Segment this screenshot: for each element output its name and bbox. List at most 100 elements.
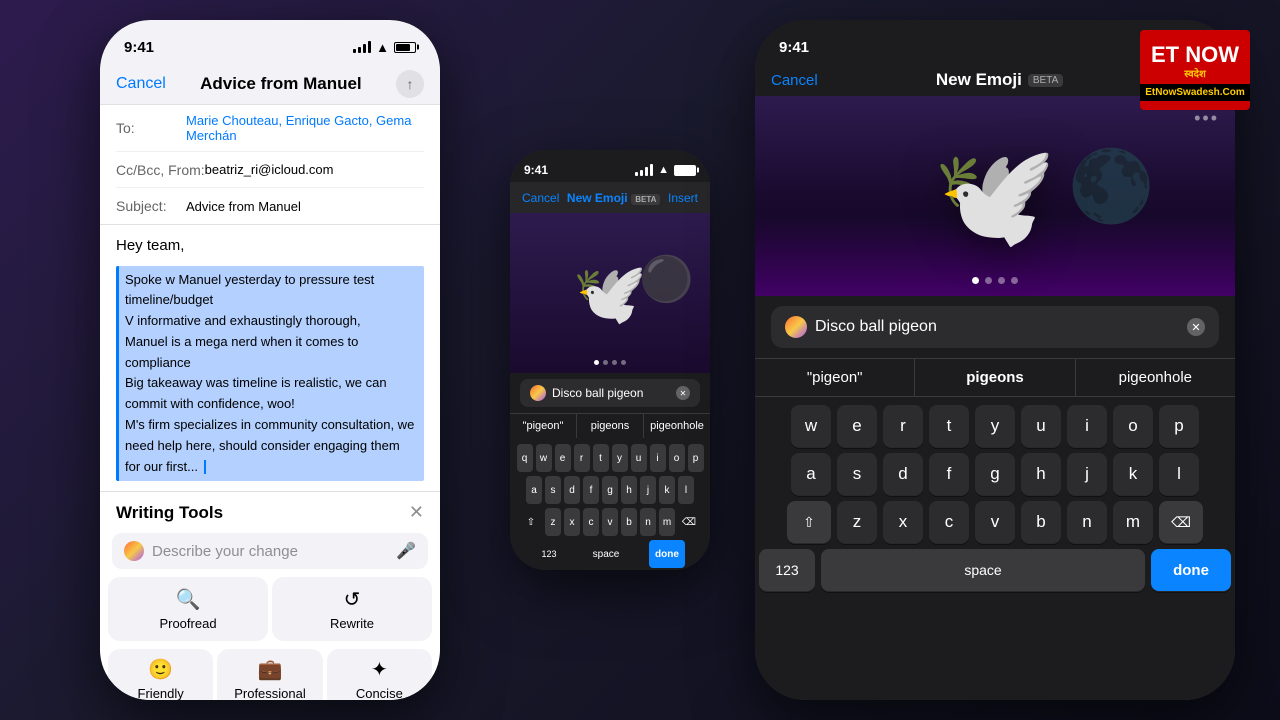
key-s-s[interactable]: s [545, 476, 561, 504]
key-u[interactable]: u [1021, 405, 1061, 447]
key-i[interactable]: i [1067, 405, 1107, 447]
key-r-s[interactable]: r [574, 444, 590, 472]
emoji-search-box[interactable]: Disco ball pigeon ✕ [771, 306, 1219, 348]
key-p-s[interactable]: p [688, 444, 704, 472]
rewrite-button[interactable]: ↺ Rewrite [272, 577, 432, 641]
key-t[interactable]: t [929, 405, 969, 447]
key-o[interactable]: o [1113, 405, 1153, 447]
writing-tools-input-area[interactable]: Describe your change 🎤 [112, 533, 428, 569]
key-b[interactable]: b [1021, 501, 1061, 543]
key-g[interactable]: g [975, 453, 1015, 495]
key-n-s[interactable]: n [640, 508, 656, 536]
key-m-s[interactable]: m [659, 508, 675, 536]
key-shift[interactable]: ⇧ [787, 501, 831, 543]
status-icons-p1: ▲ [353, 40, 416, 55]
key-q-s[interactable]: q [517, 444, 533, 472]
key-u-s[interactable]: u [631, 444, 647, 472]
key-numbers[interactable]: 123 [759, 549, 815, 591]
key-o-s[interactable]: o [669, 444, 685, 472]
key-g-s[interactable]: g [602, 476, 618, 504]
key-y[interactable]: y [975, 405, 1015, 447]
key-h-s[interactable]: h [621, 476, 637, 504]
key-f[interactable]: f [929, 453, 969, 495]
small-ac-pigeons[interactable]: pigeons [577, 414, 644, 438]
professional-button[interactable]: 💼 Professional [217, 649, 322, 700]
keyboard-row-4: 123 space done [759, 549, 1231, 591]
emoji-search-area: Disco ball pigeon ✕ [755, 296, 1235, 358]
small-carousel-dots [594, 360, 626, 365]
more-options-icon[interactable]: ••• [1194, 108, 1219, 129]
email-body[interactable]: Hey team, Spoke w Manuel yesterday to pr… [100, 225, 440, 491]
key-z[interactable]: z [837, 501, 877, 543]
proofread-button[interactable]: 🔍 Proofread [108, 577, 268, 641]
key-w-s[interactable]: w [536, 444, 552, 472]
key-y-s[interactable]: y [612, 444, 628, 472]
key-l[interactable]: l [1159, 453, 1199, 495]
small-ac-pigeon[interactable]: "pigeon" [510, 414, 577, 438]
email-selected-text[interactable]: Spoke w Manuel yesterday to pressure tes… [116, 266, 424, 482]
ac-pigeonhole[interactable]: pigeonhole [1076, 359, 1235, 396]
small-dot-1 [594, 360, 599, 365]
ac-pigeons[interactable]: pigeons [915, 359, 1075, 396]
status-bar-phone1: 9:41 ▲ [100, 20, 440, 64]
key-done-s[interactable]: done [649, 540, 685, 568]
key-k-s[interactable]: k [659, 476, 675, 504]
key-d-s[interactable]: d [564, 476, 580, 504]
small-ac-pigeonhole[interactable]: pigeonhole [644, 414, 710, 438]
status-time-p2: 9:41 [524, 163, 548, 177]
insert-btn-p2[interactable]: Insert [668, 191, 698, 205]
new-emoji-title-p3: New Emoji BETA [936, 70, 1063, 90]
writing-tools-close[interactable]: ✕ [409, 502, 424, 523]
key-k[interactable]: k [1113, 453, 1153, 495]
key-d[interactable]: d [883, 453, 923, 495]
key-w[interactable]: w [791, 405, 831, 447]
key-j-s[interactable]: j [640, 476, 656, 504]
key-p[interactable]: p [1159, 405, 1199, 447]
key-c[interactable]: c [929, 501, 969, 543]
key-x[interactable]: x [883, 501, 923, 543]
emoji-carousel[interactable]: 🕊️ 🌑 ••• [755, 96, 1235, 296]
emoji-search-clear[interactable]: ✕ [1187, 318, 1205, 336]
key-e[interactable]: e [837, 405, 877, 447]
email-cc-field[interactable]: Cc/Bcc, From: beatriz_ri@icloud.com [116, 152, 424, 188]
key-c-s[interactable]: c [583, 508, 599, 536]
mic-icon[interactable]: 🎤 [396, 541, 416, 561]
key-l-s[interactable]: l [678, 476, 694, 504]
key-shift-s[interactable]: ⇧ [520, 508, 542, 536]
send-button[interactable]: ↑ [396, 70, 424, 98]
email-to-field[interactable]: To: Marie Chouteau, Enrique Gacto, Gema … [116, 105, 424, 152]
key-123-s[interactable]: 123 [535, 540, 563, 568]
ac-pigeon-quoted[interactable]: "pigeon" [755, 359, 915, 396]
key-delete[interactable]: ⌫ [1159, 501, 1203, 543]
key-done[interactable]: done [1151, 549, 1231, 591]
email-subject-field[interactable]: Subject: Advice from Manuel [116, 188, 424, 224]
key-x-s[interactable]: x [564, 508, 580, 536]
key-j[interactable]: j [1067, 453, 1107, 495]
concise-button[interactable]: ✦ Concise [327, 649, 432, 700]
key-a-s[interactable]: a [526, 476, 542, 504]
friendly-button[interactable]: 🙂 Friendly [108, 649, 213, 700]
key-e-s[interactable]: e [555, 444, 571, 472]
cc-value: beatriz_ri@icloud.com [205, 162, 424, 177]
key-n[interactable]: n [1067, 501, 1107, 543]
cancel-btn-p3[interactable]: Cancel [771, 72, 818, 89]
key-s[interactable]: s [837, 453, 877, 495]
key-delete-s[interactable]: ⌫ [678, 508, 700, 536]
small-search-input[interactable]: Disco ball pigeon ✕ [520, 379, 700, 407]
key-m[interactable]: m [1113, 501, 1153, 543]
key-a[interactable]: a [791, 453, 831, 495]
key-f-s[interactable]: f [583, 476, 599, 504]
key-z-s[interactable]: z [545, 508, 561, 536]
key-b-s[interactable]: b [621, 508, 637, 536]
key-h[interactable]: h [1021, 453, 1061, 495]
key-t-s[interactable]: t [593, 444, 609, 472]
key-r[interactable]: r [883, 405, 923, 447]
cancel-button-p1[interactable]: Cancel [116, 75, 166, 93]
key-v[interactable]: v [975, 501, 1015, 543]
key-i-s[interactable]: i [650, 444, 666, 472]
cancel-btn-p2[interactable]: Cancel [522, 191, 559, 205]
key-space[interactable]: space [821, 549, 1145, 591]
small-search-clear[interactable]: ✕ [676, 386, 690, 400]
key-space-s[interactable]: space [566, 540, 646, 568]
key-v-s[interactable]: v [602, 508, 618, 536]
